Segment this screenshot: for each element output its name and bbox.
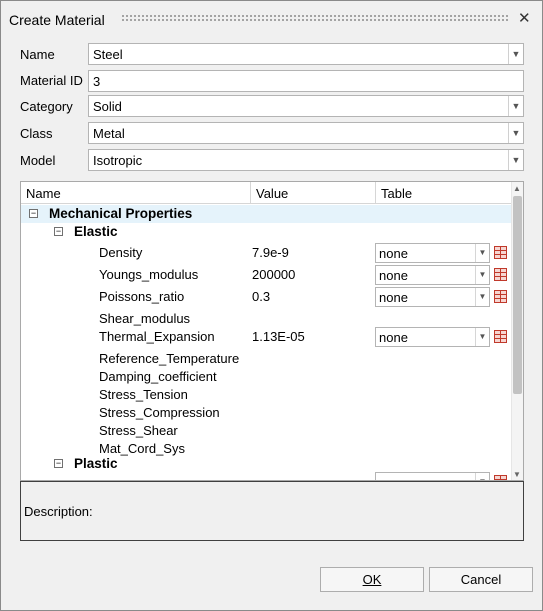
property-value[interactable]: 1.13E-05 <box>252 329 305 344</box>
minus-box-icon[interactable]: − <box>54 459 63 468</box>
tree-row-property[interactable]: Poissons_ratio 0.3 none ▼ <box>21 287 511 309</box>
tree-row-property[interactable]: Shear_modulus <box>21 309 511 327</box>
property-name: Mat_Cord_Sys <box>99 441 185 456</box>
tree-row-property[interactable]: Youngs_modulus 200000 none ▼ <box>21 265 511 287</box>
title-bar[interactable]: Create Material ✕ <box>1 1 542 37</box>
property-name: Stress_Compression <box>99 405 220 420</box>
column-header-name[interactable]: Name <box>26 186 61 201</box>
category-select[interactable]: Solid ▼ <box>88 95 524 117</box>
description-label: Description: <box>24 504 93 519</box>
category-value: Solid <box>93 99 122 114</box>
chevron-down-icon[interactable]: ▼ <box>475 473 489 480</box>
table-select[interactable]: none ▼ <box>375 287 490 307</box>
property-tree[interactable]: Name Value Table − Mechanical Properties… <box>20 181 524 481</box>
plastic-label: Plastic <box>74 456 118 471</box>
property-name: Reference_Temperature <box>99 351 240 366</box>
chevron-down-icon[interactable]: ▼ <box>475 266 489 284</box>
model-select[interactable]: Isotropic ▼ <box>88 149 524 171</box>
chevron-down-icon[interactable]: ▼ <box>508 150 523 170</box>
minus-box-icon[interactable]: − <box>29 209 38 218</box>
table-select[interactable]: none ▼ <box>375 327 490 347</box>
property-name: Thermal_Expansion <box>99 329 215 344</box>
tree-row-partial[interactable]: ▼ <box>21 472 511 480</box>
class-label: Class <box>20 126 53 141</box>
table-select[interactable]: none ▼ <box>375 243 490 263</box>
minus-box-icon[interactable]: − <box>54 227 63 236</box>
property-name: Youngs_modulus <box>99 267 199 282</box>
property-name: Stress_Tension <box>99 387 188 402</box>
category-label: Category <box>20 99 73 114</box>
elastic-label: Elastic <box>74 224 118 239</box>
column-header-table[interactable]: Table <box>381 186 412 201</box>
tree-header: Name Value Table <box>21 182 511 204</box>
property-name: Damping_coefficient <box>99 369 217 384</box>
chevron-down-icon[interactable]: ▼ <box>475 244 489 262</box>
ok-label: OK <box>362 572 382 587</box>
tree-row-mechanical-properties[interactable]: − Mechanical Properties <box>21 205 511 223</box>
material-id-field[interactable] <box>88 70 524 92</box>
tree-scrollbar[interactable]: ▲ ▼ <box>511 182 523 480</box>
table-grid-icon[interactable] <box>494 290 507 303</box>
property-name: Stress_Shear <box>99 423 178 438</box>
tree-row-elastic[interactable]: − Elastic <box>21 223 511 241</box>
ok-button[interactable]: OK <box>320 567 424 592</box>
mechanical-properties-label: Mechanical Properties <box>49 206 193 221</box>
cancel-label: Cancel <box>460 572 502 587</box>
scroll-down-icon[interactable]: ▼ <box>513 470 521 479</box>
create-material-dialog: Create Material ✕ Name Steel ▼ Material … <box>0 0 543 611</box>
close-icon[interactable]: ✕ <box>518 9 531 27</box>
tree-row-property[interactable]: Stress_Shear <box>21 421 511 439</box>
table-grid-icon[interactable] <box>494 246 507 259</box>
tree-row-plastic[interactable]: − Plastic <box>21 455 511 473</box>
scrollbar-thumb[interactable] <box>513 196 522 394</box>
table-select-value: none <box>379 246 408 261</box>
model-label: Model <box>20 153 56 168</box>
drag-grip-icon[interactable] <box>121 14 509 22</box>
property-name: Poissons_ratio <box>99 289 185 304</box>
chevron-down-icon[interactable]: ▼ <box>475 288 489 306</box>
cancel-button[interactable]: Cancel <box>429 567 533 592</box>
table-select[interactable]: ▼ <box>375 472 490 480</box>
chevron-down-icon[interactable]: ▼ <box>508 96 523 116</box>
tree-row-property[interactable]: Stress_Tension <box>21 385 511 403</box>
tree-row-property[interactable]: Reference_Temperature <box>21 349 511 367</box>
property-value[interactable]: 0.3 <box>252 289 270 304</box>
tree-row-property[interactable]: Thermal_Expansion 1.13E-05 none ▼ <box>21 327 511 349</box>
dialog-title: Create Material <box>9 12 105 28</box>
column-divider[interactable] <box>375 182 376 203</box>
property-name: Density <box>99 245 143 260</box>
column-divider[interactable] <box>250 182 251 203</box>
material-id-input[interactable] <box>89 71 523 91</box>
property-value[interactable]: 7.9e-9 <box>252 245 289 260</box>
scroll-up-icon[interactable]: ▲ <box>513 184 521 193</box>
table-grid-icon[interactable] <box>494 330 507 343</box>
column-header-value[interactable]: Value <box>256 186 288 201</box>
property-value[interactable]: 200000 <box>252 267 295 282</box>
chevron-down-icon[interactable]: ▼ <box>508 44 523 64</box>
table-select[interactable]: none ▼ <box>375 265 490 285</box>
table-select-value: none <box>379 290 408 305</box>
property-name: Shear_modulus <box>99 311 191 326</box>
chevron-down-icon[interactable]: ▼ <box>508 123 523 143</box>
tree-row-property[interactable]: Stress_Compression <box>21 403 511 421</box>
class-value: Metal <box>93 126 125 141</box>
tree-row-property[interactable]: Damping_coefficient <box>21 367 511 385</box>
name-value: Steel <box>93 47 123 62</box>
name-label: Name <box>20 47 55 62</box>
model-value: Isotropic <box>93 153 143 168</box>
class-select[interactable]: Metal ▼ <box>88 122 524 144</box>
chevron-down-icon[interactable]: ▼ <box>475 328 489 346</box>
material-id-label: Material ID <box>20 73 83 88</box>
table-select-value: none <box>379 330 408 345</box>
table-grid-icon[interactable] <box>494 268 507 281</box>
table-select-value: none <box>379 268 408 283</box>
name-select[interactable]: Steel ▼ <box>88 43 524 65</box>
description-pane: Description: <box>20 481 524 541</box>
tree-row-property[interactable]: Density 7.9e-9 none ▼ <box>21 243 511 265</box>
